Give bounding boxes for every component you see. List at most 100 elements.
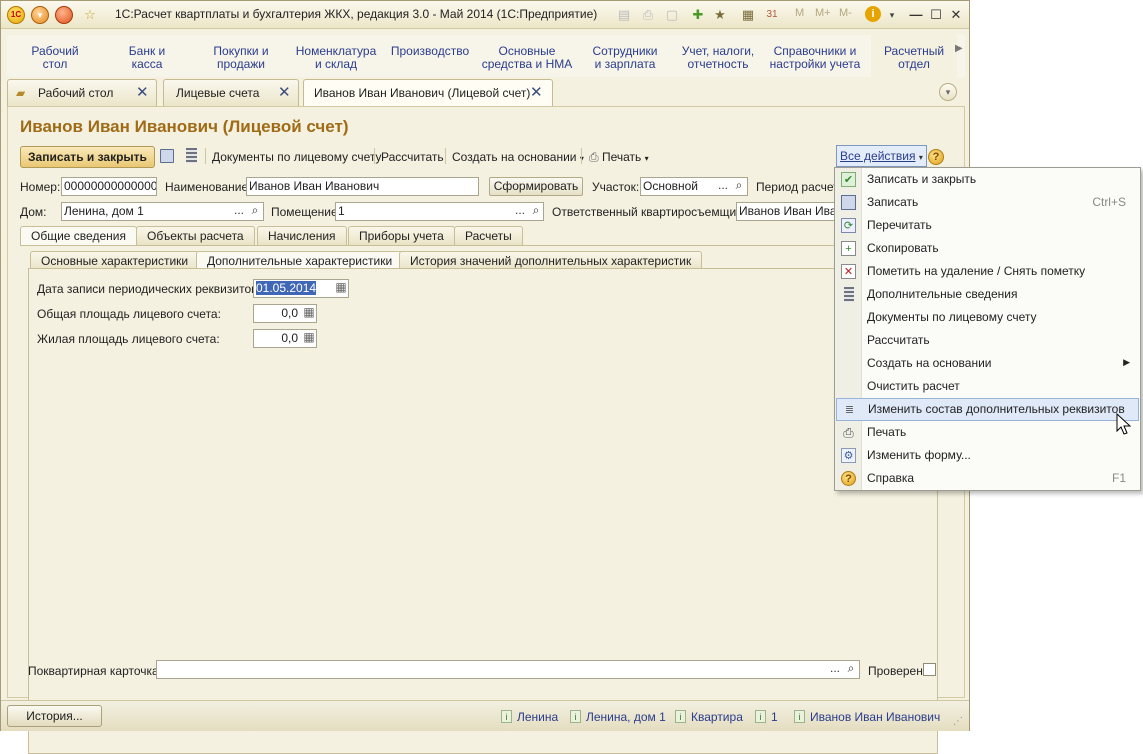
- menu-item-additional-info[interactable]: Дополнительные сведения: [835, 283, 1140, 306]
- status-link-house[interactable]: Ленина, дом 1: [586, 710, 666, 724]
- help-icon[interactable]: ?: [928, 149, 944, 165]
- status-link-street[interactable]: Ленина: [517, 710, 558, 724]
- status-link-apartment[interactable]: Квартира: [691, 710, 743, 724]
- list-icon[interactable]: [186, 148, 197, 163]
- toolbar-separator: [581, 148, 582, 164]
- close-tab-icon[interactable]: ✕: [278, 80, 291, 106]
- section-desktop[interactable]: Рабочий стол: [15, 45, 95, 71]
- tab-general[interactable]: Общие сведения: [20, 226, 137, 246]
- menu-item-change-form[interactable]: ⚙ Изменить форму...: [835, 444, 1140, 467]
- calculate-button[interactable]: Рассчитать: [381, 150, 444, 164]
- number-field[interactable]: 0000000000000001: [61, 177, 157, 196]
- toolbar-separator: [445, 148, 446, 164]
- menu-item-clear-calc[interactable]: Очистить расчет: [835, 375, 1140, 398]
- menu-item-documents[interactable]: Документы по лицевому счету: [835, 306, 1140, 329]
- print-icon[interactable]: ⎙: [639, 6, 657, 24]
- section-bank[interactable]: Банк и касса: [107, 45, 187, 71]
- stop-icon[interactable]: [55, 6, 73, 24]
- close-tab-icon[interactable]: ✕: [136, 80, 149, 106]
- menu-dropdown-icon[interactable]: ▾: [31, 6, 49, 24]
- toolbar-separator: [374, 148, 375, 164]
- status-link-tenant[interactable]: Иванов Иван Иванович: [810, 710, 940, 724]
- favorites-star-icon[interactable]: ☆: [81, 6, 99, 24]
- section-billing[interactable]: Расчетный отдел: [871, 35, 957, 77]
- calculator-icon[interactable]: ▦: [739, 6, 757, 24]
- menu-item-save[interactable]: Записать Ctrl+S: [835, 191, 1140, 214]
- section-nomenclature[interactable]: Номенклатура и склад: [291, 45, 381, 71]
- memory-m[interactable]: M: [795, 7, 804, 19]
- section-accounting[interactable]: Учет, налоги, отчетность: [671, 45, 765, 71]
- card-select-button[interactable]: ...: [827, 661, 843, 678]
- section-directories[interactable]: Справочники и настройки учета: [765, 45, 865, 71]
- delete-mark-icon: ✕: [841, 264, 856, 279]
- menu-item-calculate[interactable]: Рассчитать: [835, 329, 1140, 352]
- menu-item-copy[interactable]: + Скопировать: [835, 237, 1140, 260]
- save-icon[interactable]: ▤: [615, 6, 633, 24]
- name-label: Наименование:: [165, 180, 252, 194]
- area-select-button[interactable]: ...: [715, 178, 731, 195]
- print-button[interactable]: ⎙ Печать ▾: [589, 150, 649, 165]
- minimize-icon[interactable]: —: [907, 6, 925, 24]
- tab-desktop[interactable]: ▰ Рабочий стол ✕: [7, 79, 157, 106]
- calendar-icon[interactable]: ▦: [333, 280, 349, 297]
- info-dropdown-icon[interactable]: ▾: [883, 6, 901, 24]
- add-favorite-icon[interactable]: ✚: [689, 6, 707, 24]
- info-icon[interactable]: i: [865, 6, 881, 22]
- tab-accounts[interactable]: Лицевые счета ✕: [163, 79, 299, 106]
- calculator-icon[interactable]: ▦: [301, 305, 317, 322]
- card-field[interactable]: [156, 660, 860, 679]
- status-bar: История... i Ленина i Ленина, дом 1 i Кв…: [1, 700, 969, 731]
- info-icon: i: [675, 710, 686, 723]
- calculator-icon[interactable]: ▦: [301, 330, 317, 347]
- submenu-arrow-icon: ▶: [1123, 357, 1130, 367]
- close-icon[interactable]: ✕: [947, 6, 965, 24]
- checked-checkbox[interactable]: [923, 663, 936, 676]
- search-icon[interactable]: ⌕: [528, 203, 544, 220]
- tab-ivanov-account[interactable]: Иванов Иван Иванович (Лицевой счет) ✕: [303, 79, 553, 107]
- menu-item-edit-attributes[interactable]: ≣ Изменить состав дополнительных реквизи…: [836, 398, 1139, 421]
- section-fixed-assets[interactable]: Основные средства и НМА: [477, 45, 577, 71]
- memory-m-minus[interactable]: M-: [839, 7, 852, 19]
- tenant-field[interactable]: Иванов Иван Иванович: [736, 202, 836, 221]
- preview-icon[interactable]: ▢: [663, 6, 681, 24]
- sections-panel: Рабочий стол Банк и касса Покупки и продажи…: [7, 35, 965, 77]
- calendar-icon[interactable]: 31: [763, 6, 781, 24]
- memory-m-plus[interactable]: M+: [815, 7, 831, 19]
- 1c-logo-icon[interactable]: 1С: [7, 6, 25, 24]
- search-icon[interactable]: ⌕: [247, 203, 263, 220]
- search-icon[interactable]: ⌕: [843, 661, 859, 678]
- tab-meters[interactable]: Приборы учета: [348, 226, 455, 245]
- tab-objects[interactable]: Объекты расчета: [136, 226, 255, 245]
- history-button[interactable]: История...: [7, 705, 102, 727]
- close-tab-icon[interactable]: ✕: [530, 80, 543, 106]
- edit-attributes-icon: ≣: [844, 404, 855, 416]
- resize-grip-icon[interactable]: ⋰: [953, 716, 963, 727]
- all-actions-button[interactable]: Все действия ▾: [836, 145, 927, 167]
- sections-scroll-right-icon[interactable]: ▶: [955, 43, 963, 54]
- premises-select-button[interactable]: ...: [512, 203, 528, 220]
- maximize-icon[interactable]: ☐: [927, 6, 945, 24]
- save-close-button[interactable]: Записать и закрыть: [20, 146, 155, 168]
- menu-item-mark-delete[interactable]: ✕ Пометить на удаление / Снять пометку: [835, 260, 1140, 283]
- create-based-button[interactable]: Создать на основании ▾: [452, 150, 584, 164]
- generate-button[interactable]: Сформировать: [489, 177, 583, 196]
- menu-item-reread[interactable]: ⟳ Перечитать: [835, 214, 1140, 237]
- tab-charges[interactable]: Начисления: [257, 226, 347, 245]
- bookmark-icon[interactable]: ★: [711, 6, 729, 24]
- section-staff[interactable]: Сотрудники и зарплата: [581, 45, 669, 71]
- search-icon[interactable]: ⌕: [731, 178, 747, 195]
- menu-item-print[interactable]: ⎙ Печать: [835, 421, 1140, 444]
- name-field[interactable]: Иванов Иван Иванович: [246, 177, 479, 196]
- menu-item-help[interactable]: ? Справка F1: [835, 467, 1140, 490]
- section-purchases[interactable]: Покупки и продажи: [201, 45, 281, 71]
- house-select-button[interactable]: ...: [231, 203, 247, 220]
- tabs-dropdown-icon[interactable]: ▾: [939, 83, 957, 101]
- tab-calculations[interactable]: Расчеты: [454, 226, 523, 245]
- section-production[interactable]: Производство: [387, 45, 473, 58]
- save-icon[interactable]: [160, 149, 174, 163]
- status-link-number[interactable]: 1: [771, 710, 778, 724]
- documents-button[interactable]: Документы по лицевому счету: [212, 150, 381, 164]
- menu-item-save-close[interactable]: ✔ Записать и закрыть: [835, 168, 1140, 191]
- menu-item-create-based[interactable]: Создать на основании ▶: [835, 352, 1140, 375]
- save-close-icon: ✔: [841, 172, 856, 187]
